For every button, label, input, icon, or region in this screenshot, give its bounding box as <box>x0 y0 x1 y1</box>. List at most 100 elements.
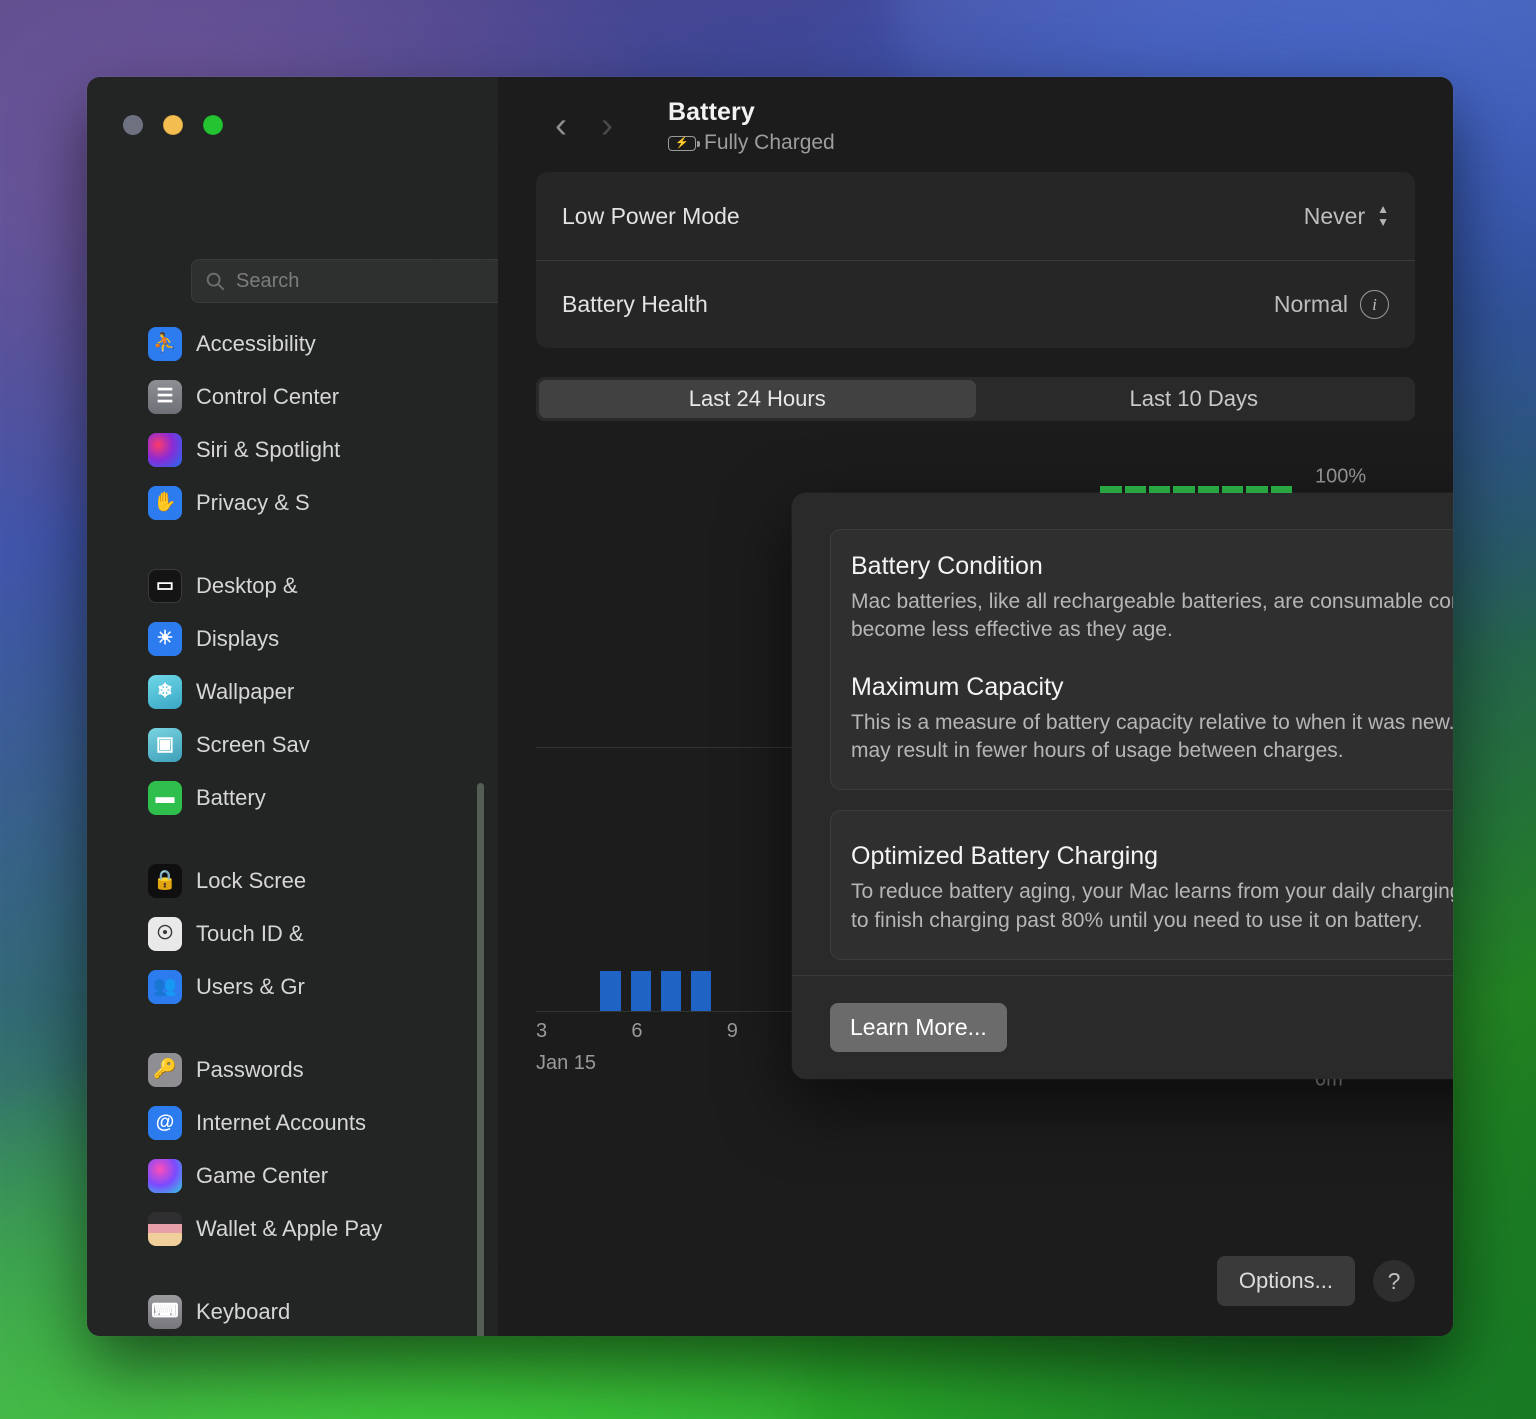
touch-id-icon: ☉ <box>148 917 182 951</box>
sidebar-item-touch-id[interactable]: ☉ Touch ID & <box>87 907 498 960</box>
game-center-icon <box>148 1159 182 1193</box>
displays-icon-glyph: ☀ <box>156 629 173 648</box>
battery-settings-card: Low Power Mode Never ▲▼ Battery Health N… <box>536 172 1415 348</box>
sidebar-item-passwords[interactable]: 🔑 Passwords <box>87 1043 498 1096</box>
low-power-mode-popup[interactable]: Never ▲▼ <box>1304 203 1389 230</box>
optimized-charging-card: Optimized Battery Charging To reduce bat… <box>830 810 1453 960</box>
page-title: Battery <box>668 98 835 127</box>
battery-condition-title: Battery Condition <box>851 552 1043 581</box>
battery-condition-head: Battery Condition Normal <box>851 552 1453 581</box>
keyboard-icon-glyph: ⌨ <box>151 1302 178 1321</box>
sidebar-item-lock-scree[interactable]: 🔒 Lock Scree <box>87 854 498 907</box>
sidebar-item-keyboard[interactable]: ⌨Keyboard <box>87 1285 498 1336</box>
wallpaper-icon: ❄ <box>148 675 182 709</box>
sidebar-item-label: Accessibility <box>196 331 316 357</box>
sidebar-item-users-gr[interactable]: 👥 Users & Gr <box>87 960 498 1013</box>
search-input[interactable] <box>236 270 498 293</box>
sidebar-item-siri-spotlight[interactable]: Siri & Spotlight <box>87 423 498 476</box>
optimized-charging-title: Optimized Battery Charging <box>851 842 1158 871</box>
battery-health-row[interactable]: Battery Health Normal i <box>536 260 1415 348</box>
options-button[interactable]: Options... <box>1217 1256 1355 1306</box>
maximum-capacity-description: This is a measure of battery capacity re… <box>851 709 1453 766</box>
battery-icon-glyph: ▬ <box>156 788 175 807</box>
title-block: Battery ⚡ Fully Charged <box>668 98 835 155</box>
help-button[interactable]: ? <box>1373 1260 1415 1302</box>
chevron-left-icon[interactable]: ‹ <box>538 107 584 143</box>
internet-accounts-icon: @ <box>148 1106 182 1140</box>
sidebar-scrollbar[interactable] <box>477 783 484 1336</box>
tab-last-10-days[interactable]: Last 10 Days <box>976 380 1413 418</box>
wallpaper-icon-glyph: ❄ <box>157 682 173 701</box>
sidebar: ⛹ Accessibility ☰Control Center Siri & Spot… <box>87 77 498 1336</box>
sidebar-item-label: Lock Scree <box>196 868 306 894</box>
learn-more-button[interactable]: Learn More... <box>830 1003 1007 1052</box>
content-bottom-bar: Options... ? <box>1217 1256 1415 1306</box>
sidebar-item-label: Internet Accounts <box>196 1110 366 1136</box>
screen-usage-bar <box>691 971 711 1011</box>
privacy-hand-icon: ✋ <box>148 486 182 520</box>
sidebar-item-label: Wallet & Apple Pay <box>196 1216 382 1242</box>
screen-usage-bar <box>600 971 620 1011</box>
card-spacer <box>851 645 1453 673</box>
tab-last-24-hours[interactable]: Last 24 Hours <box>539 380 976 418</box>
battery-icon: ▬ <box>148 781 182 815</box>
low-power-mode-row[interactable]: Low Power Mode Never ▲▼ <box>536 172 1415 260</box>
chevron-right-icon: › <box>584 107 630 143</box>
battery-status-text: Fully Charged <box>704 131 835 155</box>
sidebar-group-separator <box>87 824 498 854</box>
sidebar-item-accessibility[interactable]: ⛹ Accessibility <box>87 317 498 370</box>
sidebar-item-label: Control Center <box>196 384 339 410</box>
internet-accounts-icon-glyph: @ <box>156 1113 175 1132</box>
users-groups-icon: 👥 <box>148 970 182 1004</box>
lock-screen-icon: 🔒 <box>148 864 182 898</box>
sidebar-item-label: Siri & Spotlight <box>196 437 340 463</box>
battery-health-sheet: Battery Condition Normal Mac batteries, … <box>792 493 1453 1079</box>
search-field[interactable] <box>191 259 498 303</box>
sidebar-item-privacy-s[interactable]: ✋Privacy & S <box>87 476 498 529</box>
sidebar-item-wallet-apple-pay[interactable]: Wallet & Apple Pay <box>87 1202 498 1255</box>
sidebar-item-control-center[interactable]: ☰Control Center <box>87 370 498 423</box>
privacy-hand-icon-glyph: ✋ <box>153 493 177 512</box>
sidebar-item-desktop[interactable]: ▭Desktop & <box>87 559 498 612</box>
close-button[interactable] <box>123 115 143 135</box>
sidebar-item-game-center[interactable]: Game Center <box>87 1149 498 1202</box>
sidebar-item-screen-sav[interactable]: ▣ Screen Sav <box>87 718 498 771</box>
sidebar-item-label: Battery <box>196 785 266 811</box>
keyboard-icon: ⌨ <box>148 1295 182 1329</box>
sidebar-item-label: Users & Gr <box>196 974 305 1000</box>
time-range-segmented-control[interactable]: Last 24 Hours Last 10 Days <box>536 377 1415 421</box>
sidebar-item-battery[interactable]: ▬ Battery <box>87 771 498 824</box>
sidebar-item-label: Screen Sav <box>196 732 310 758</box>
sidebar-item-label: Game Center <box>196 1163 328 1189</box>
minimize-button[interactable] <box>163 115 183 135</box>
optimized-charging-description: To reduce battery aging, your Mac learns… <box>851 878 1453 935</box>
window-traffic-lights <box>123 115 223 135</box>
sidebar-item-label: Displays <box>196 626 279 652</box>
low-power-mode-label: Low Power Mode <box>562 203 740 230</box>
sidebar-item-internet-accounts[interactable]: @ Internet Accounts <box>87 1096 498 1149</box>
optimized-charging-head: Optimized Battery Charging <box>851 833 1453 871</box>
sidebar-item-wallpaper[interactable]: ❄Wallpaper <box>87 665 498 718</box>
sheet-footer: Learn More... Done <box>792 975 1453 1079</box>
wallet-icon <box>148 1212 182 1246</box>
sidebar-item-displays[interactable]: ☀ Displays <box>87 612 498 665</box>
battery-health-value-group: Normal i <box>1274 290 1389 319</box>
passwords-key-icon-glyph: 🔑 <box>153 1060 177 1079</box>
screensaver-icon-glyph: ▣ <box>156 735 174 754</box>
sidebar-item-label: Passwords <box>196 1057 304 1083</box>
sidebar-item-list: ⛹ Accessibility ☰Control Center Siri & Spot… <box>87 313 498 1336</box>
screensaver-icon: ▣ <box>148 728 182 762</box>
accessibility-icon: ⛹ <box>148 327 182 361</box>
chevron-updown-icon: ▲▼ <box>1377 204 1389 228</box>
desktop-wallpaper: ⛹ Accessibility ☰Control Center Siri & Spot… <box>0 0 1536 1419</box>
maximum-capacity-title: Maximum Capacity <box>851 673 1064 702</box>
battery-charging-icon: ⚡ <box>668 136 696 151</box>
content-pane: ‹ › Battery ⚡ Fully Charged Low Power Mo… <box>498 77 1453 1336</box>
info-circle-icon[interactable]: i <box>1360 290 1389 319</box>
screen-usage-x-tick: 3 <box>536 1020 631 1052</box>
zoom-button[interactable] <box>203 115 223 135</box>
sidebar-item-label: Touch ID & <box>196 921 304 947</box>
screen-usage-x-tick: 6 <box>631 1020 726 1052</box>
sidebar-item-label: Desktop & <box>196 573 298 599</box>
touch-id-icon-glyph: ☉ <box>156 924 173 943</box>
